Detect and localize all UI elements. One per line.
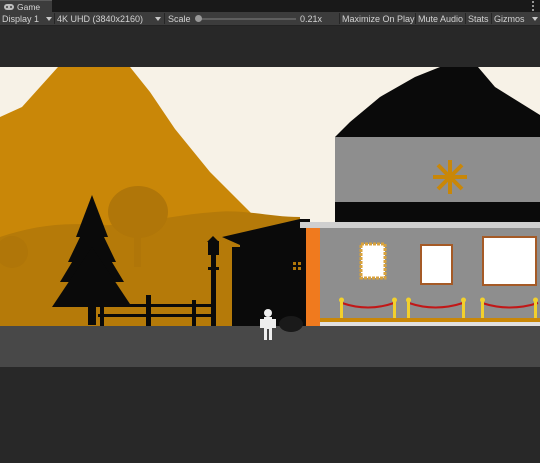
gizmos-label: Gizmos	[494, 13, 525, 24]
picture-frame-1	[359, 242, 387, 280]
stats-button[interactable]: Stats	[468, 12, 490, 25]
tab-game[interactable]: Game	[0, 0, 52, 12]
picture-frame-3	[482, 236, 537, 286]
game-render[interactable]	[0, 67, 540, 367]
ornament-window	[433, 160, 467, 194]
scale-slider-track[interactable]	[199, 18, 296, 20]
resolution-dropdown-label: 4K UHD (3840x2160)	[57, 13, 144, 24]
door-frame	[306, 228, 320, 326]
scale-slider-handle[interactable]	[195, 15, 202, 22]
scale-value: 0.21x	[300, 12, 330, 25]
bush	[279, 316, 303, 332]
mute-audio-label: Mute Audio	[418, 13, 464, 24]
chevron-down-icon	[46, 17, 52, 21]
resolution-dropdown[interactable]: 4K UHD (3840x2160)	[57, 12, 162, 25]
stats-label: Stats	[468, 13, 489, 24]
chevron-down-icon	[155, 17, 161, 21]
scale-label-text: Scale	[168, 13, 191, 24]
game-toolbar: Display 1 4K UHD (3840x2160) Scale 0.21x…	[0, 12, 540, 26]
scale-value-text: 0.21x	[300, 13, 323, 24]
tab-bar: Game	[0, 0, 540, 12]
more-options-icon[interactable]	[531, 1, 534, 11]
picture-frame-2	[420, 244, 453, 285]
tab-game-label: Game	[17, 1, 41, 12]
maximize-on-play-button[interactable]: Maximize On Play	[342, 12, 415, 25]
roof-trim	[300, 222, 540, 228]
scale-label: Scale	[168, 12, 196, 25]
gizmos-dropdown[interactable]: Gizmos	[494, 12, 538, 25]
display-dropdown[interactable]: Display 1	[2, 12, 54, 25]
chevron-down-icon	[532, 17, 538, 21]
mute-audio-button[interactable]: Mute Audio	[418, 12, 464, 25]
maximize-on-play-label: Maximize On Play	[342, 13, 415, 24]
gamepad-icon	[4, 3, 14, 10]
floor-trim	[320, 318, 540, 322]
display-dropdown-label: Display 1	[2, 13, 40, 24]
floor-step	[320, 322, 540, 326]
